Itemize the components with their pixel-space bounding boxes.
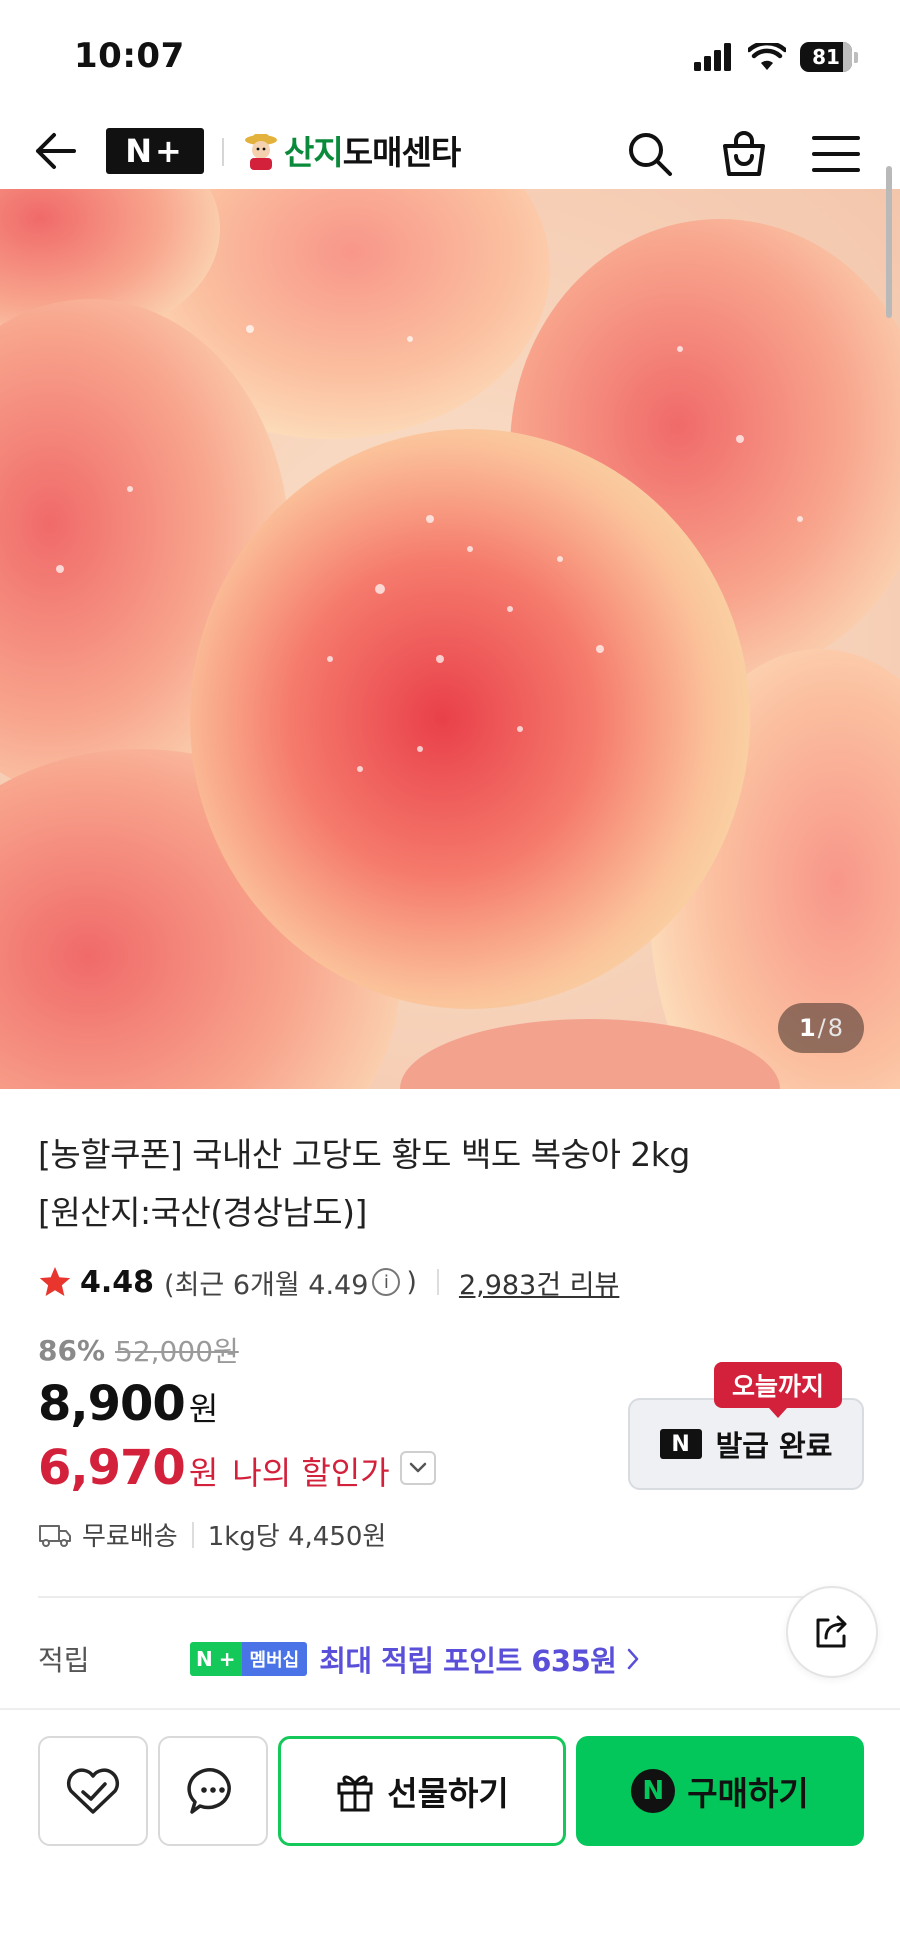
gift-button[interactable]: 선물하기 xyxy=(278,1736,566,1846)
menu-icon xyxy=(812,136,860,172)
points-row[interactable]: 적립 N + 멤버십 최대 적립 포인트 635원 xyxy=(38,1636,858,1682)
naver-pay-n-icon: N xyxy=(631,1769,676,1813)
my-discount-price-unit: 원 xyxy=(188,1454,219,1492)
discount-rate: 86% xyxy=(38,1333,106,1367)
points-label: 적립 xyxy=(38,1644,90,1677)
menu-button[interactable] xyxy=(810,128,862,180)
back-arrow-icon xyxy=(36,133,76,169)
peach-photo xyxy=(0,189,900,1089)
store-logo[interactable]: 산지도매센타 xyxy=(244,122,461,178)
recent-rating: (최근 6개월 4.49 xyxy=(164,1269,369,1301)
naver-n-icon: N xyxy=(659,1429,702,1459)
chat-inquiry-button[interactable] xyxy=(158,1736,268,1846)
bottom-action-bar: 선물하기 N 구매하기 xyxy=(0,1708,900,1947)
info-icon[interactable]: i xyxy=(372,1268,401,1296)
my-discount-price: 6,970 xyxy=(38,1440,186,1496)
sale-price-unit: 원 xyxy=(188,1390,219,1428)
wishlist-button[interactable] xyxy=(38,1736,148,1846)
chevron-down-icon xyxy=(409,1462,426,1473)
battery-level: 81 xyxy=(812,45,840,69)
chat-bubble-icon xyxy=(187,1768,231,1814)
my-discount-label: 나의 할인가 xyxy=(232,1454,390,1492)
rating-value: 4.48 xyxy=(80,1264,155,1300)
buy-button-label: 구매하기 xyxy=(687,1774,809,1813)
farmer-mascot-icon xyxy=(245,134,277,170)
recent-rating-close: ) xyxy=(406,1266,417,1298)
shopping-bag-icon xyxy=(723,131,765,176)
status-time: 10:07 xyxy=(74,36,185,76)
image-counter: 1/8 xyxy=(778,1003,864,1053)
star-icon xyxy=(39,1267,71,1296)
free-shipping: 무료배송 xyxy=(82,1522,178,1552)
price-row: 8,900 원 xyxy=(38,1376,218,1432)
divider xyxy=(191,1521,194,1548)
naver-plus-logo[interactable]: N+ xyxy=(106,128,204,174)
truck-icon xyxy=(39,1524,71,1547)
original-price: 52,000원 xyxy=(115,1335,239,1368)
gift-icon xyxy=(337,1775,373,1812)
my-price-row: 6,970 원 나의 할인가 xyxy=(38,1440,436,1496)
signal-icon xyxy=(694,43,731,71)
section-divider xyxy=(38,1596,862,1598)
share-icon xyxy=(816,1615,847,1648)
search-icon xyxy=(629,133,672,176)
search-button[interactable] xyxy=(624,128,676,180)
product-title: [농할쿠폰] 국내산 고당도 황도 백도 복숭아 2kg [원산지:국산(경상남… xyxy=(38,1126,858,1242)
chevron-right-icon xyxy=(628,1648,639,1670)
share-button[interactable] xyxy=(786,1586,878,1678)
product-image-gallery[interactable]: 1/8 xyxy=(0,189,900,1089)
unit-price: 1kg당 4,450원 xyxy=(207,1522,387,1552)
coupon-issued-button[interactable]: N 발급 완료 xyxy=(628,1398,864,1490)
status-icons: 81 xyxy=(694,40,858,74)
logo-divider xyxy=(222,138,224,166)
wifi-icon xyxy=(748,43,786,70)
sale-price: 8,900 xyxy=(38,1376,186,1432)
header: N+ 산지도매센타 xyxy=(0,108,900,188)
gift-button-label: 선물하기 xyxy=(387,1774,509,1813)
battery-icon: 81 xyxy=(800,42,858,72)
naver-plus-membership-badge: N + 멤버십 xyxy=(190,1642,308,1676)
coupon-deadline-badge: 오늘까지 xyxy=(714,1362,843,1418)
rating-row: 4.48 (최근 6개월 4.49 i ) 2,983건 리뷰 xyxy=(38,1262,619,1302)
product-title-line2: [원산지:국산(경상남도)] xyxy=(38,1193,367,1232)
max-points-text: 최대 적립 포인트 635원 xyxy=(319,1644,617,1678)
scrollbar[interactable] xyxy=(886,166,892,318)
discount-row: 86% 52,000원 xyxy=(38,1330,239,1370)
status-bar: 10:07 81 xyxy=(0,0,900,108)
product-title-line1: [농할쿠폰] 국내산 고당도 황도 백도 복숭아 2kg xyxy=(38,1135,690,1174)
delivery-row: 무료배송 1kg당 4,450원 xyxy=(38,1516,386,1553)
coupon-button-label: 발급 완료 xyxy=(715,1429,833,1463)
review-count-link[interactable]: 2,983건 리뷰 xyxy=(459,1263,619,1302)
cart-button[interactable] xyxy=(718,128,770,180)
heart-check-icon xyxy=(66,1768,120,1814)
divider xyxy=(436,1269,439,1295)
back-button[interactable] xyxy=(30,126,80,176)
store-name: 산지도매센타 xyxy=(284,133,461,172)
my-price-expand-button[interactable] xyxy=(399,1451,436,1485)
buy-button[interactable]: N 구매하기 xyxy=(576,1736,864,1846)
